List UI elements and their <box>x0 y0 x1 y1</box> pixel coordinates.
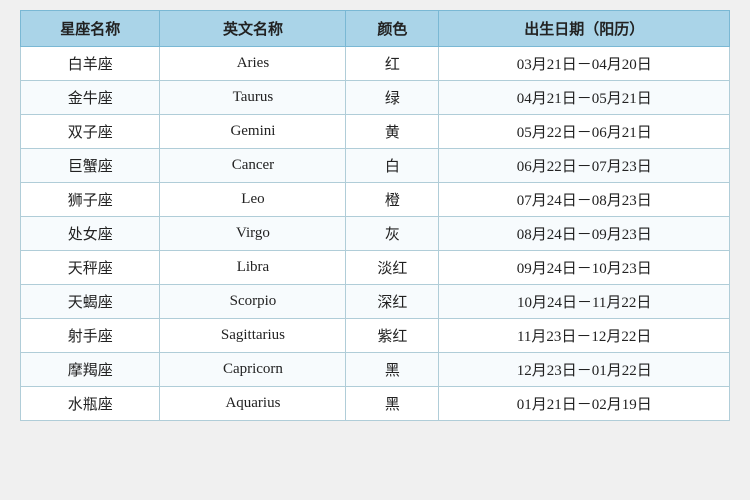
cell-zodiac-color: 绿 <box>346 81 439 115</box>
cell-zodiac-en: Libra <box>160 251 346 285</box>
header-name: 星座名称 <box>21 11 160 47</box>
cell-zodiac-date: 07月24日－08月23日 <box>439 183 730 217</box>
cell-zodiac-name: 狮子座 <box>21 183 160 217</box>
table-row: 双子座Gemini黄05月22日－06月21日 <box>21 115 730 149</box>
cell-zodiac-date: 04月21日－05月21日 <box>439 81 730 115</box>
table-row: 处女座Virgo灰08月24日－09月23日 <box>21 217 730 251</box>
cell-zodiac-en: Gemini <box>160 115 346 149</box>
cell-zodiac-date: 09月24日－10月23日 <box>439 251 730 285</box>
cell-zodiac-name: 摩羯座 <box>21 353 160 387</box>
table-row: 天秤座Libra淡红09月24日－10月23日 <box>21 251 730 285</box>
cell-zodiac-en: Capricorn <box>160 353 346 387</box>
cell-zodiac-color: 黄 <box>346 115 439 149</box>
cell-zodiac-color: 黑 <box>346 353 439 387</box>
cell-zodiac-en: Scorpio <box>160 285 346 319</box>
cell-zodiac-date: 05月22日－06月21日 <box>439 115 730 149</box>
cell-zodiac-name: 处女座 <box>21 217 160 251</box>
cell-zodiac-en: Virgo <box>160 217 346 251</box>
header-date: 出生日期（阳历） <box>439 11 730 47</box>
cell-zodiac-en: Cancer <box>160 149 346 183</box>
header-color: 颜色 <box>346 11 439 47</box>
table-row: 白羊座Aries红03月21日－04月20日 <box>21 47 730 81</box>
cell-zodiac-name: 双子座 <box>21 115 160 149</box>
cell-zodiac-date: 03月21日－04月20日 <box>439 47 730 81</box>
cell-zodiac-en: Sagittarius <box>160 319 346 353</box>
cell-zodiac-color: 红 <box>346 47 439 81</box>
cell-zodiac-date: 08月24日－09月23日 <box>439 217 730 251</box>
cell-zodiac-name: 射手座 <box>21 319 160 353</box>
cell-zodiac-color: 灰 <box>346 217 439 251</box>
cell-zodiac-en: Aries <box>160 47 346 81</box>
table-row: 狮子座Leo橙07月24日－08月23日 <box>21 183 730 217</box>
cell-zodiac-en: Leo <box>160 183 346 217</box>
table-row: 天蝎座Scorpio深红10月24日－11月22日 <box>21 285 730 319</box>
cell-zodiac-color: 黑 <box>346 387 439 421</box>
cell-zodiac-en: Aquarius <box>160 387 346 421</box>
cell-zodiac-color: 白 <box>346 149 439 183</box>
cell-zodiac-color: 深红 <box>346 285 439 319</box>
cell-zodiac-name: 天秤座 <box>21 251 160 285</box>
cell-zodiac-name: 水瓶座 <box>21 387 160 421</box>
cell-zodiac-date: 11月23日－12月22日 <box>439 319 730 353</box>
cell-zodiac-color: 橙 <box>346 183 439 217</box>
zodiac-table: 星座名称 英文名称 颜色 出生日期（阳历） 白羊座Aries红03月21日－04… <box>20 10 730 421</box>
table-wrapper: 星座名称 英文名称 颜色 出生日期（阳历） 白羊座Aries红03月21日－04… <box>20 10 730 421</box>
cell-zodiac-name: 天蝎座 <box>21 285 160 319</box>
table-row: 摩羯座Capricorn黑12月23日－01月22日 <box>21 353 730 387</box>
cell-zodiac-name: 金牛座 <box>21 81 160 115</box>
cell-zodiac-name: 巨蟹座 <box>21 149 160 183</box>
cell-zodiac-en: Taurus <box>160 81 346 115</box>
header-en: 英文名称 <box>160 11 346 47</box>
table-row: 巨蟹座Cancer白06月22日－07月23日 <box>21 149 730 183</box>
cell-zodiac-date: 12月23日－01月22日 <box>439 353 730 387</box>
table-row: 射手座Sagittarius紫红11月23日－12月22日 <box>21 319 730 353</box>
cell-zodiac-date: 01月21日－02月19日 <box>439 387 730 421</box>
cell-zodiac-name: 白羊座 <box>21 47 160 81</box>
table-header-row: 星座名称 英文名称 颜色 出生日期（阳历） <box>21 11 730 47</box>
table-row: 水瓶座Aquarius黑01月21日－02月19日 <box>21 387 730 421</box>
cell-zodiac-date: 06月22日－07月23日 <box>439 149 730 183</box>
cell-zodiac-color: 淡红 <box>346 251 439 285</box>
cell-zodiac-date: 10月24日－11月22日 <box>439 285 730 319</box>
table-row: 金牛座Taurus绿04月21日－05月21日 <box>21 81 730 115</box>
cell-zodiac-color: 紫红 <box>346 319 439 353</box>
